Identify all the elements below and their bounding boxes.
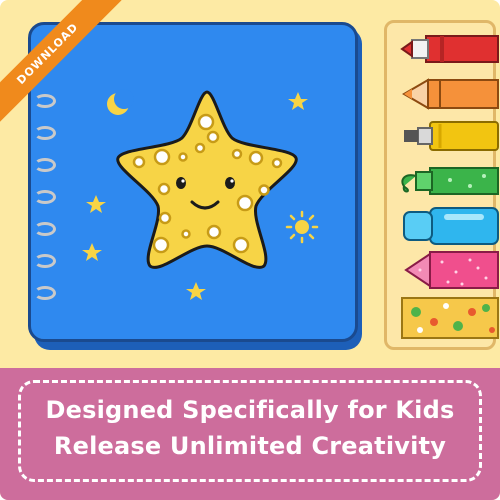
paint-tube-icon[interactable] bbox=[404, 121, 499, 151]
glitter-pen-icon[interactable] bbox=[401, 167, 499, 195]
tagline-line-2: Release Unlimited Creativity bbox=[53, 432, 447, 460]
marker-icon[interactable] bbox=[400, 35, 499, 63]
crayon-icon[interactable] bbox=[402, 78, 499, 110]
gel-pen-icon[interactable] bbox=[403, 207, 499, 245]
app-banner: DOWNLOAD Designed Specifically for Kids … bbox=[0, 0, 500, 500]
tape-icon[interactable] bbox=[401, 297, 499, 339]
tagline-line-1: Designed Specifically for Kids bbox=[45, 396, 455, 424]
crayon-icon[interactable] bbox=[404, 251, 499, 289]
